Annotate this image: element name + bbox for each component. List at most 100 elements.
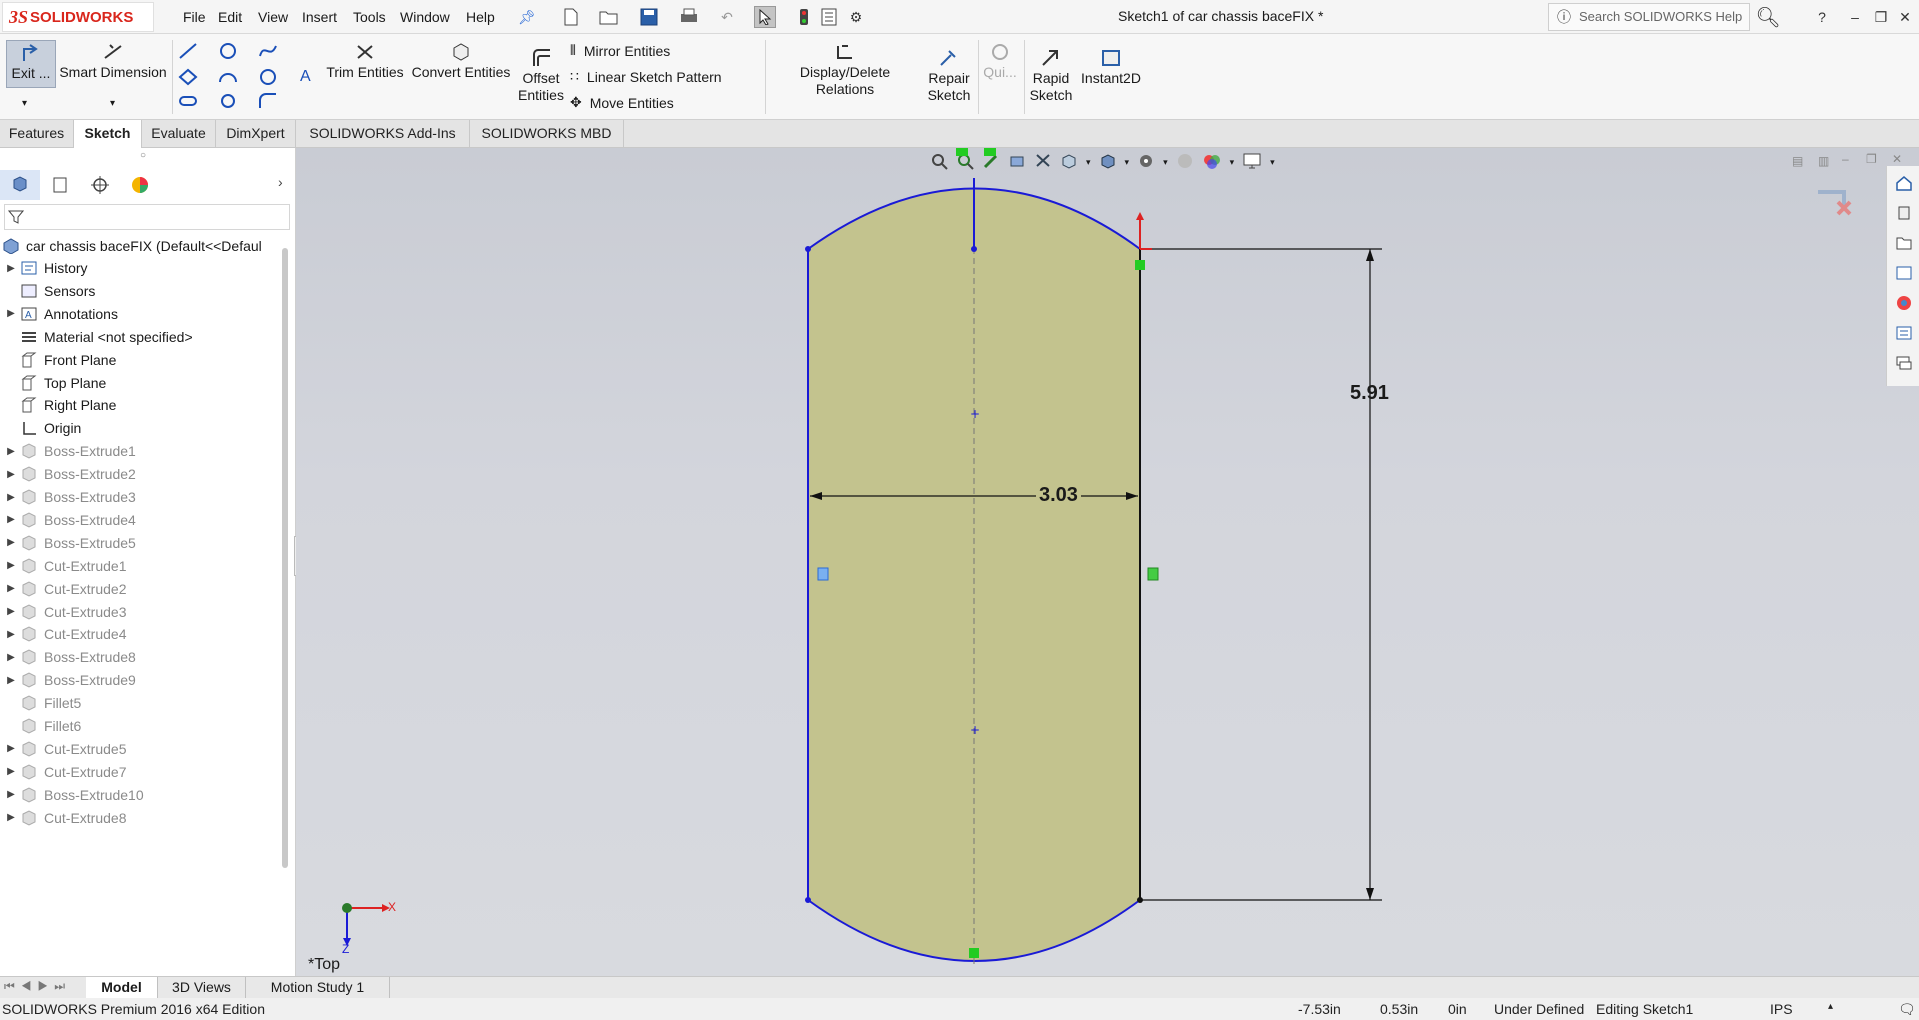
dimension-dropdown-icon[interactable]: ▾ (110, 98, 115, 109)
expand-arrow-icon[interactable]: ▶ (4, 469, 18, 480)
tab-evaluate[interactable]: Evaluate (142, 120, 216, 148)
line-tool-icon[interactable] (178, 42, 198, 63)
restore-button[interactable]: ❐ (1870, 6, 1892, 28)
options-gear-icon[interactable]: ⚙ (845, 6, 867, 28)
filter-input[interactable] (4, 204, 290, 230)
view-palette-icon[interactable] (1889, 260, 1919, 286)
menu-file[interactable]: File (183, 9, 206, 25)
custom-properties-icon[interactable] (1889, 320, 1919, 346)
smart-dimension-button[interactable]: Smart Dimension (58, 42, 168, 81)
fillet-tool-icon[interactable] (258, 92, 278, 113)
linear-sketch-pattern-button[interactable]: ∷ Linear Sketch Pattern (570, 68, 722, 85)
tree-item[interactable]: Sensors (4, 279, 95, 303)
status-message-icon[interactable]: 🗨︎ (1898, 1001, 1916, 1018)
search-icon[interactable]: 🔍︎ (1755, 6, 1780, 29)
tree-item[interactable]: ▶ Boss-Extrude9 (4, 668, 136, 692)
design-library-icon[interactable] (1889, 200, 1919, 226)
expand-arrow-icon[interactable]: ▶ (4, 308, 18, 319)
menu-tools[interactable]: Tools (353, 9, 386, 25)
quick-snaps-button[interactable]: Qui... (982, 42, 1018, 81)
expand-arrow-icon[interactable]: ▶ (4, 263, 18, 274)
instant2d-button[interactable]: Instant2D (1078, 48, 1144, 87)
tree-item[interactable]: ▶ Boss-Extrude1 (4, 439, 136, 463)
expand-arrow-icon[interactable]: ▶ (4, 743, 18, 754)
tab-solidworks-addins[interactable]: SOLIDWORKS Add-Ins (296, 120, 470, 148)
tab-solidworks-mbd[interactable]: SOLIDWORKS MBD (470, 120, 624, 148)
spline-tool-icon[interactable] (258, 42, 278, 63)
expand-arrow-icon[interactable]: ▶ (4, 766, 18, 777)
tree-item[interactable]: ▶ Boss-Extrude10 (4, 783, 143, 807)
expand-arrow-icon[interactable]: ▶ (4, 560, 18, 571)
property-manager-tab[interactable] (40, 170, 80, 200)
display-delete-relations-button[interactable]: Display/Delete Relations (770, 42, 920, 98)
expand-arrow-icon[interactable]: ▶ (4, 537, 18, 548)
tree-item[interactable]: Top Plane (4, 371, 106, 395)
menu-edit[interactable]: Edit (218, 9, 242, 25)
tree-item[interactable]: ▶ Cut-Extrude3 (4, 600, 126, 624)
tab-scroll-arrows-icon[interactable]: ⏮◀▶⏭ (4, 979, 71, 994)
circle-tool-icon[interactable] (218, 42, 238, 63)
tree-item[interactable]: Fillet6 (4, 714, 81, 738)
select-pointer-icon[interactable] (754, 6, 776, 28)
rapid-sketch-button[interactable]: Rapid Sketch (1028, 48, 1074, 104)
save-icon[interactable] (638, 6, 660, 28)
close-button[interactable]: ✕ (1894, 6, 1916, 28)
traffic-light-icon[interactable] (793, 6, 815, 28)
tree-item[interactable]: ▶ Boss-Extrude4 (4, 508, 136, 532)
tree-item[interactable]: ▶ Cut-Extrude7 (4, 760, 126, 784)
minimize-button[interactable]: – (1844, 6, 1866, 28)
menu-view[interactable]: View (258, 9, 288, 25)
expand-arrow-icon[interactable]: ▶ (4, 492, 18, 503)
tree-item[interactable]: ▶ Cut-Extrude4 (4, 622, 126, 646)
trim-entities-button[interactable]: Trim Entities (326, 42, 404, 81)
slot-tool-icon[interactable] (178, 92, 198, 113)
print-icon[interactable] (678, 6, 700, 28)
expand-arrow-icon[interactable]: ▶ (4, 629, 18, 640)
convert-entities-button[interactable]: Convert Entities (410, 42, 512, 81)
tree-root-part[interactable]: car chassis baceFIX (Default<<Defaul (0, 234, 262, 258)
search-help-input[interactable]: Search SOLIDWORKS Help (1548, 3, 1750, 31)
tree-scrollbar[interactable] (282, 248, 288, 868)
feature-tree-tab[interactable] (0, 170, 40, 200)
expand-pane-chevron-icon[interactable]: › (278, 174, 283, 190)
mirror-entities-button[interactable]: ⫴ Mirror Entities (570, 42, 670, 59)
file-properties-icon[interactable] (818, 6, 840, 28)
dimension-height-value[interactable]: 5.91 (1350, 382, 1389, 405)
help-button[interactable]: ? (1811, 6, 1833, 28)
viewport-close-icon[interactable]: ✕ (1892, 152, 1902, 166)
move-entities-button[interactable]: ✥ Move Entities (570, 94, 674, 111)
tree-item[interactable]: ▶ Cut-Extrude1 (4, 554, 126, 578)
graphics-area[interactable]: ▾ ▾ ▾ ▾ ▾ ▤ ▥ – ❐ ✕ + + 3.03 5.91 X Z *T… (296, 148, 1919, 976)
tree-item[interactable]: ▶ Cut-Extrude8 (4, 806, 126, 830)
exit-dropdown-icon[interactable]: ▾ (22, 98, 27, 109)
offset-entities-button[interactable]: Offset Entities (516, 48, 566, 104)
tree-item[interactable]: Right Plane (4, 393, 116, 417)
tree-item[interactable]: Fillet5 (4, 691, 81, 715)
menu-window[interactable]: Window (400, 9, 450, 25)
repair-sketch-button[interactable]: Repair Sketch (922, 48, 976, 104)
menu-insert[interactable]: Insert (302, 9, 337, 25)
expand-arrow-icon[interactable]: ▶ (4, 446, 18, 457)
expand-arrow-icon[interactable]: ▶ (4, 652, 18, 663)
tree-item[interactable]: ▶ Cut-Extrude2 (4, 577, 126, 601)
tree-item[interactable]: ▶ History (4, 256, 87, 280)
new-document-icon[interactable] (560, 6, 582, 28)
tree-item[interactable]: ▶ Boss-Extrude2 (4, 462, 136, 486)
tree-item[interactable]: Front Plane (4, 348, 116, 372)
menu-help[interactable]: Help (466, 9, 495, 25)
expand-arrow-icon[interactable]: ▶ (4, 583, 18, 594)
forum-icon[interactable] (1889, 350, 1919, 376)
tab-sketch[interactable]: Sketch (74, 120, 142, 148)
solidworks-logo[interactable]: 3S SOLIDWORKS (2, 2, 154, 32)
tree-item[interactable]: ▶ A Annotations (4, 302, 118, 326)
appearance-manager-tab[interactable] (120, 170, 160, 200)
undo-icon[interactable]: ↶ (716, 6, 738, 28)
tab-dimxpert[interactable]: DimXpert (216, 120, 296, 148)
expand-arrow-icon[interactable]: ▶ (4, 812, 18, 823)
home-icon[interactable] (1889, 170, 1919, 196)
tree-item[interactable]: ▶ Boss-Extrude8 (4, 645, 136, 669)
open-folder-icon[interactable] (598, 6, 620, 28)
units-dropdown-icon[interactable]: ▴ (1828, 1001, 1833, 1012)
tab-model[interactable]: Model (86, 977, 158, 999)
expand-arrow-icon[interactable]: ▶ (4, 675, 18, 686)
